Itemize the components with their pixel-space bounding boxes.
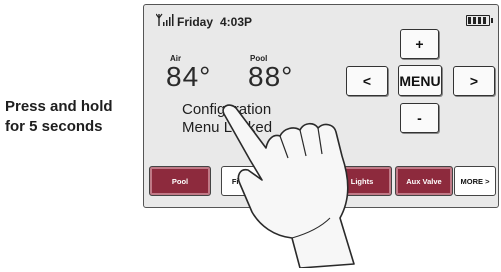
tab-more[interactable]: MORE >	[454, 166, 496, 196]
tab-pool[interactable]: Pool	[149, 166, 211, 196]
tab-aux-valve[interactable]: Aux Valve	[395, 166, 453, 196]
down-button[interactable]: -	[400, 103, 439, 133]
caption-line-2: for 5 seconds	[5, 118, 103, 135]
instruction-caption: Press and hold for 5 seconds	[5, 97, 155, 137]
air-temperature: 84°	[166, 61, 212, 92]
day-label: Friday	[177, 15, 214, 29]
caption-line-1: Press and hold	[5, 98, 113, 115]
right-button[interactable]: >	[453, 66, 495, 96]
time-label: 4:03P	[220, 15, 253, 29]
signal-icon	[156, 13, 174, 26]
menu-button[interactable]: MENU	[398, 65, 442, 96]
pointing-hand-icon	[222, 104, 355, 268]
battery-icon	[466, 15, 493, 26]
up-button[interactable]: +	[400, 29, 439, 59]
